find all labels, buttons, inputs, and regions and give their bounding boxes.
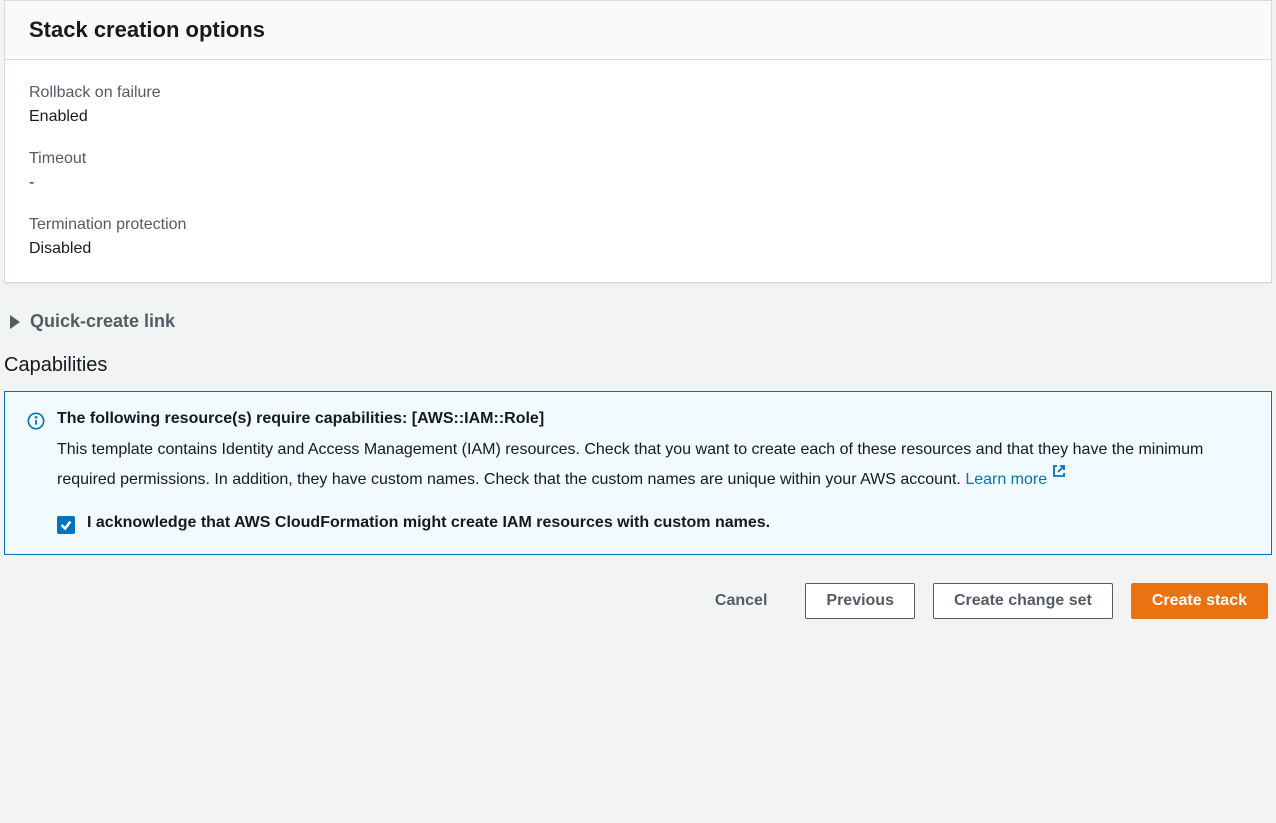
- acknowledge-label: I acknowledge that AWS CloudFormation mi…: [87, 514, 770, 532]
- caret-right-icon: [10, 315, 20, 329]
- info-icon: [27, 412, 45, 532]
- stack-options-header: Stack creation options: [5, 1, 1271, 60]
- external-link-icon: [1051, 463, 1067, 488]
- termination-value: Disabled: [29, 240, 1247, 258]
- footer-actions: Cancel Previous Create change set Create…: [4, 583, 1272, 619]
- acknowledge-checkbox[interactable]: [57, 516, 75, 534]
- timeout-label: Timeout: [29, 150, 1247, 168]
- rollback-value: Enabled: [29, 108, 1247, 126]
- termination-field: Termination protection Disabled: [29, 216, 1247, 258]
- learn-more-text: Learn more: [965, 471, 1047, 488]
- capabilities-alert: The following resource(s) require capabi…: [4, 391, 1272, 555]
- capabilities-heading: Capabilities: [4, 354, 1272, 377]
- create-change-set-button[interactable]: Create change set: [933, 583, 1113, 619]
- alert-title: The following resource(s) require capabi…: [57, 410, 1249, 428]
- rollback-field: Rollback on failure Enabled: [29, 84, 1247, 126]
- alert-description: This template contains Identity and Acce…: [57, 438, 1249, 492]
- stack-options-title: Stack creation options: [29, 17, 1247, 43]
- previous-button[interactable]: Previous: [805, 583, 915, 619]
- create-stack-button[interactable]: Create stack: [1131, 583, 1268, 619]
- termination-label: Termination protection: [29, 216, 1247, 234]
- cancel-button[interactable]: Cancel: [695, 584, 787, 618]
- timeout-value: -: [29, 174, 1247, 192]
- rollback-label: Rollback on failure: [29, 84, 1247, 102]
- quick-create-label: Quick-create link: [30, 311, 175, 332]
- stack-options-card: Stack creation options Rollback on failu…: [4, 0, 1272, 283]
- timeout-field: Timeout -: [29, 150, 1247, 192]
- learn-more-link[interactable]: Learn more: [965, 471, 1067, 488]
- quick-create-expand[interactable]: Quick-create link: [4, 311, 1272, 332]
